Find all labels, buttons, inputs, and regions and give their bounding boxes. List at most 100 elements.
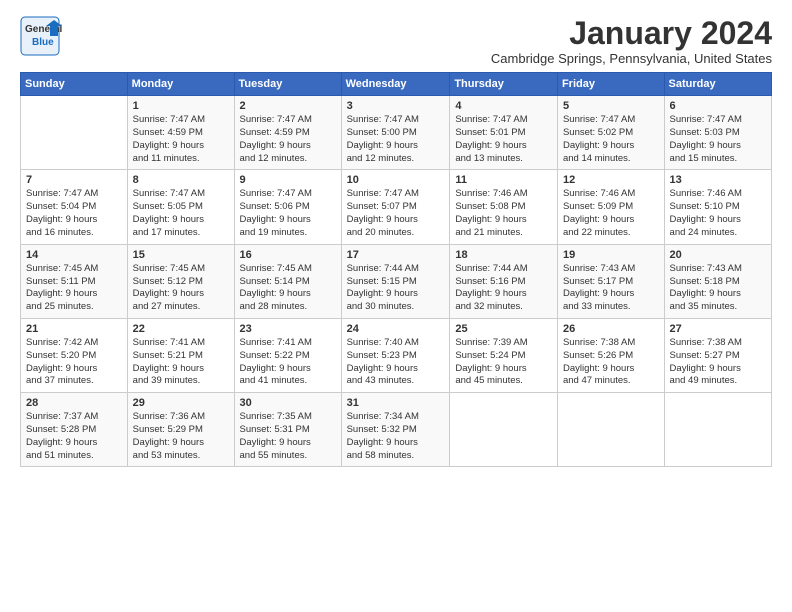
day-number: 23 — [240, 323, 336, 335]
table-row: 23 Sunrise: 7:41 AM Sunset: 5:22 PM Dayli… — [234, 318, 341, 392]
day-info: Sunrise: 7:45 AM Sunset: 5:12 PM Dayligh… — [133, 263, 229, 314]
day-info: Sunrise: 7:46 AM Sunset: 5:10 PM Dayligh… — [670, 188, 766, 239]
calendar-week-row: 28 Sunrise: 7:37 AM Sunset: 5:28 PM Dayli… — [21, 393, 772, 467]
table-row: 15 Sunrise: 7:45 AM Sunset: 5:12 PM Dayli… — [127, 244, 234, 318]
day-number: 11 — [455, 174, 552, 186]
day-info: Sunrise: 7:41 AM Sunset: 5:22 PM Dayligh… — [240, 337, 336, 388]
day-info: Sunrise: 7:47 AM Sunset: 4:59 PM Dayligh… — [133, 114, 229, 165]
day-info: Sunrise: 7:40 AM Sunset: 5:23 PM Dayligh… — [347, 337, 445, 388]
day-number: 30 — [240, 397, 336, 409]
page: General Blue January 2024 Cambridge Spri… — [0, 0, 792, 612]
table-row: 16 Sunrise: 7:45 AM Sunset: 5:14 PM Dayli… — [234, 244, 341, 318]
day-info: Sunrise: 7:38 AM Sunset: 5:27 PM Dayligh… — [670, 337, 766, 388]
table-row: 22 Sunrise: 7:41 AM Sunset: 5:21 PM Dayli… — [127, 318, 234, 392]
col-thursday: Thursday — [450, 73, 558, 96]
day-number: 13 — [670, 174, 766, 186]
table-row: 5 Sunrise: 7:47 AM Sunset: 5:02 PM Daylig… — [557, 96, 664, 170]
table-row: 21Sunrise: 7:42 AM Sunset: 5:20 PM Dayli… — [21, 318, 128, 392]
table-row — [450, 393, 558, 467]
day-number: 22 — [133, 323, 229, 335]
day-number: 26 — [563, 323, 659, 335]
table-row: 29 Sunrise: 7:36 AM Sunset: 5:29 PM Dayli… — [127, 393, 234, 467]
table-row: 12 Sunrise: 7:46 AM Sunset: 5:09 PM Dayli… — [557, 170, 664, 244]
header: General Blue January 2024 Cambridge Spri… — [20, 16, 772, 66]
day-info: Sunrise: 7:43 AM Sunset: 5:17 PM Dayligh… — [563, 263, 659, 314]
calendar-week-row: 14 Sunrise: 7:45 AM Sunset: 5:11 PM Dayli… — [21, 244, 772, 318]
day-number: 7 — [26, 174, 122, 186]
day-number: 15 — [133, 249, 229, 261]
day-number: 29 — [133, 397, 229, 409]
day-number: 1 — [133, 100, 229, 112]
table-row: 1 Sunrise: 7:47 AM Sunset: 4:59 PM Daylig… — [127, 96, 234, 170]
day-info: Sunrise: 7:45 AM Sunset: 5:14 PM Dayligh… — [240, 263, 336, 314]
day-number: 14 — [26, 249, 122, 261]
table-row: 7Sunrise: 7:47 AM Sunset: 5:04 PM Daylig… — [21, 170, 128, 244]
day-number: 19 — [563, 249, 659, 261]
logo-svg: General Blue — [20, 16, 100, 56]
day-info: Sunrise: 7:46 AM Sunset: 5:09 PM Dayligh… — [563, 188, 659, 239]
col-wednesday: Wednesday — [341, 73, 450, 96]
day-number: 25 — [455, 323, 552, 335]
table-row: 27 Sunrise: 7:38 AM Sunset: 5:27 PM Dayli… — [664, 318, 771, 392]
day-number: 5 — [563, 100, 659, 112]
day-info: Sunrise: 7:45 AM Sunset: 5:11 PM Dayligh… — [26, 263, 122, 314]
table-row: 4 Sunrise: 7:47 AM Sunset: 5:01 PM Daylig… — [450, 96, 558, 170]
month-title: January 2024 — [491, 16, 772, 51]
table-row: 2Sunrise: 7:47 AM Sunset: 4:59 PM Daylig… — [234, 96, 341, 170]
day-info: Sunrise: 7:38 AM Sunset: 5:26 PM Dayligh… — [563, 337, 659, 388]
day-info: Sunrise: 7:47 AM Sunset: 5:03 PM Dayligh… — [670, 114, 766, 165]
day-info: Sunrise: 7:47 AM Sunset: 5:01 PM Dayligh… — [455, 114, 552, 165]
day-info: Sunrise: 7:47 AM Sunset: 5:07 PM Dayligh… — [347, 188, 445, 239]
calendar-week-row: 1 Sunrise: 7:47 AM Sunset: 4:59 PM Daylig… — [21, 96, 772, 170]
table-row: 11 Sunrise: 7:46 AM Sunset: 5:08 PM Dayli… — [450, 170, 558, 244]
day-info: Sunrise: 7:39 AM Sunset: 5:24 PM Dayligh… — [455, 337, 552, 388]
svg-text:Blue: Blue — [32, 37, 54, 48]
col-saturday: Saturday — [664, 73, 771, 96]
day-number: 9 — [240, 174, 336, 186]
day-number: 20 — [670, 249, 766, 261]
day-info: Sunrise: 7:43 AM Sunset: 5:18 PM Dayligh… — [670, 263, 766, 314]
day-info: Sunrise: 7:47 AM Sunset: 5:02 PM Dayligh… — [563, 114, 659, 165]
table-row: 18 Sunrise: 7:44 AM Sunset: 5:16 PM Dayli… — [450, 244, 558, 318]
table-row: 28 Sunrise: 7:37 AM Sunset: 5:28 PM Dayli… — [21, 393, 128, 467]
day-number: 16 — [240, 249, 336, 261]
day-number: 18 — [455, 249, 552, 261]
table-row: 31 Sunrise: 7:34 AM Sunset: 5:32 PM Dayli… — [341, 393, 450, 467]
day-number: 24 — [347, 323, 445, 335]
calendar-week-row: 7Sunrise: 7:47 AM Sunset: 5:04 PM Daylig… — [21, 170, 772, 244]
col-friday: Friday — [557, 73, 664, 96]
day-number: 31 — [347, 397, 445, 409]
table-row — [21, 96, 128, 170]
day-info: Sunrise: 7:36 AM Sunset: 5:29 PM Dayligh… — [133, 411, 229, 462]
day-info: Sunrise: 7:34 AM Sunset: 5:32 PM Dayligh… — [347, 411, 445, 462]
day-info: Sunrise: 7:47 AM Sunset: 5:06 PM Dayligh… — [240, 188, 336, 239]
day-number: 27 — [670, 323, 766, 335]
day-info: Sunrise: 7:41 AM Sunset: 5:21 PM Dayligh… — [133, 337, 229, 388]
col-sunday: Sunday — [21, 73, 128, 96]
calendar-header-row: Sunday Monday Tuesday Wednesday Thursday… — [21, 73, 772, 96]
table-row: 26 Sunrise: 7:38 AM Sunset: 5:26 PM Dayli… — [557, 318, 664, 392]
table-row — [664, 393, 771, 467]
day-number: 6 — [670, 100, 766, 112]
day-number: 12 — [563, 174, 659, 186]
day-info: Sunrise: 7:46 AM Sunset: 5:08 PM Dayligh… — [455, 188, 552, 239]
table-row: 6 Sunrise: 7:47 AM Sunset: 5:03 PM Daylig… — [664, 96, 771, 170]
day-number: 4 — [455, 100, 552, 112]
day-number: 28 — [26, 397, 122, 409]
day-number: 10 — [347, 174, 445, 186]
table-row: 30Sunrise: 7:35 AM Sunset: 5:31 PM Dayli… — [234, 393, 341, 467]
day-info: Sunrise: 7:47 AM Sunset: 4:59 PM Dayligh… — [240, 114, 336, 165]
logo: General Blue — [20, 16, 100, 56]
day-info: Sunrise: 7:37 AM Sunset: 5:28 PM Dayligh… — [26, 411, 122, 462]
table-row: 9 Sunrise: 7:47 AM Sunset: 5:06 PM Daylig… — [234, 170, 341, 244]
table-row: 10 Sunrise: 7:47 AM Sunset: 5:07 PM Dayli… — [341, 170, 450, 244]
calendar-week-row: 21Sunrise: 7:42 AM Sunset: 5:20 PM Dayli… — [21, 318, 772, 392]
day-number: 17 — [347, 249, 445, 261]
table-row: 13 Sunrise: 7:46 AM Sunset: 5:10 PM Dayli… — [664, 170, 771, 244]
table-row: 20 Sunrise: 7:43 AM Sunset: 5:18 PM Dayli… — [664, 244, 771, 318]
day-info: Sunrise: 7:44 AM Sunset: 5:16 PM Dayligh… — [455, 263, 552, 314]
col-tuesday: Tuesday — [234, 73, 341, 96]
title-block: January 2024 Cambridge Springs, Pennsylv… — [491, 16, 772, 66]
day-info: Sunrise: 7:47 AM Sunset: 5:00 PM Dayligh… — [347, 114, 445, 165]
table-row: 3Sunrise: 7:47 AM Sunset: 5:00 PM Daylig… — [341, 96, 450, 170]
